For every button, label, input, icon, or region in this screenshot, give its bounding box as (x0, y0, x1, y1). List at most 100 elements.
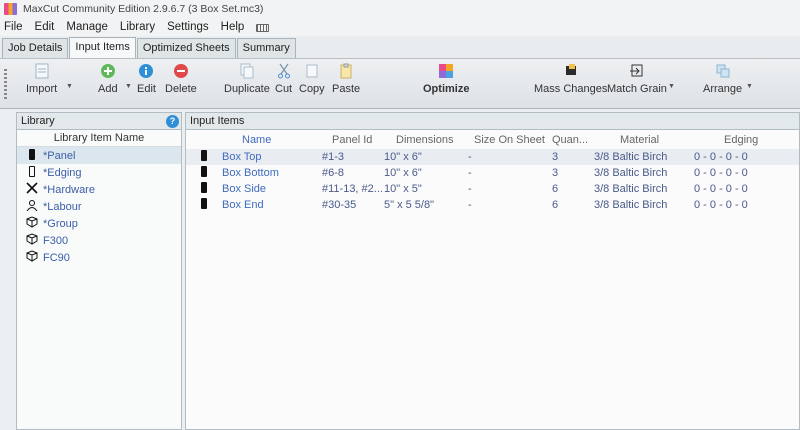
delete-icon (173, 64, 188, 78)
duplicate-button[interactable]: Duplicate (224, 63, 270, 95)
library-column-header[interactable]: Library Item Name (17, 130, 181, 147)
cell-material: 3/8 Baltic Birch (594, 151, 668, 163)
library-panel: Library ? Library Item Name *Panel *Edgi… (16, 112, 182, 430)
cell-quantity: 3 (552, 151, 559, 163)
table-row[interactable]: Box Bottom #6-8 10" x 6" - 3 3/8 Baltic … (186, 165, 799, 181)
library-item-label: FC90 (43, 251, 70, 264)
help-icon[interactable]: ? (166, 115, 179, 128)
table-row[interactable]: Box End #30-35 5" x 5 5/8" - 6 3/8 Balti… (186, 197, 799, 213)
match-grain-button[interactable]: Match Grain (607, 63, 667, 95)
cell-edging: 0 - 0 - 0 - 0 (694, 167, 748, 179)
import-dropdown-icon[interactable]: ▼ (66, 83, 73, 90)
cell-edging: 0 - 0 - 0 - 0 (694, 199, 748, 211)
toolbar-grip[interactable] (4, 69, 7, 99)
cell-material: 3/8 Baltic Birch (594, 167, 668, 179)
menu-help[interactable]: Help (221, 21, 245, 33)
tab-optimized-sheets[interactable]: Optimized Sheets (136, 38, 236, 58)
cell-quantity: 6 (552, 199, 559, 211)
menu-file[interactable]: File (4, 21, 23, 33)
library-item-f300[interactable]: F300 (17, 232, 181, 249)
library-item-edging[interactable]: *Edging (17, 164, 181, 181)
add-dropdown-icon[interactable]: ▼ (125, 83, 132, 90)
mass-changes-button[interactable]: Mass Changes (534, 63, 607, 95)
match-grain-dropdown-icon[interactable]: ▼ (668, 83, 675, 90)
column-header-size-on-sheet[interactable]: Size On Sheet (468, 134, 552, 146)
tab-input-items[interactable]: Input Items (69, 37, 136, 58)
library-item-label: *Edging (43, 166, 82, 179)
menu-manage[interactable]: Manage (66, 21, 108, 33)
tab-summary[interactable]: Summary (236, 38, 296, 58)
cell-dimensions: 5" x 5 5/8" (384, 199, 435, 211)
library-header: Library ? (17, 113, 181, 130)
menu-bar: File Edit Manage Library Settings Help (0, 18, 800, 36)
cell-name: Box Bottom (222, 167, 279, 179)
column-header-edging[interactable]: Edging (694, 134, 784, 146)
menu-edit[interactable]: Edit (35, 21, 55, 33)
panel-icon (25, 148, 39, 163)
library-item-label: *Hardware (43, 183, 95, 196)
cut-label: Cut (275, 83, 293, 95)
optimize-label: Optimize (423, 83, 470, 95)
cell-panel-id: #30-35 (322, 199, 357, 211)
optimize-button[interactable]: Optimize (423, 63, 469, 95)
library-item-label: *Labour (43, 200, 82, 213)
library-item-labour[interactable]: *Labour (17, 198, 181, 215)
paste-button[interactable]: Paste (332, 63, 360, 95)
mass-changes-label: Mass Changes (534, 83, 608, 95)
add-icon (100, 64, 115, 78)
column-header-quantity[interactable]: Quan... (552, 134, 594, 146)
menu-settings[interactable]: Settings (167, 21, 209, 33)
duplicate-icon (240, 63, 254, 79)
edging-icon (25, 165, 39, 180)
copy-button[interactable]: Copy (299, 63, 325, 95)
cell-panel-id: #1-3 (322, 151, 345, 163)
menu-library[interactable]: Library (120, 21, 155, 33)
import-label: Import (26, 83, 58, 95)
column-header-material[interactable]: Material (594, 134, 694, 146)
cell-name: Box Side (222, 183, 267, 195)
input-items-header: Input Items (186, 113, 799, 130)
info-icon (139, 64, 154, 78)
match-grain-icon (629, 64, 643, 77)
optimize-icon (439, 64, 454, 78)
arrange-dropdown-icon[interactable]: ▼ (746, 83, 753, 90)
keyboard-icon[interactable] (256, 23, 270, 32)
column-header-name[interactable]: Name (222, 134, 322, 146)
edit-button[interactable]: Edit (137, 63, 156, 95)
library-item-label: *Panel (43, 149, 76, 162)
app-logo-icon (4, 3, 17, 15)
add-label: Add (98, 83, 118, 95)
library-item-fc90[interactable]: FC90 (17, 249, 181, 266)
library-item-label: F300 (43, 234, 69, 247)
cell-size-on-sheet: - (468, 183, 472, 195)
column-header-panel-id[interactable]: Panel Id (322, 134, 384, 146)
group-icon (25, 250, 39, 265)
arrange-button[interactable]: Arrange (703, 63, 742, 95)
match-grain-label: Match Grain (607, 83, 667, 95)
clipboard-icon (340, 63, 352, 79)
add-button[interactable]: Add (98, 63, 118, 95)
panel-icon (186, 150, 222, 164)
library-item-hardware[interactable]: *Hardware (17, 181, 181, 198)
panel-icon (186, 198, 222, 212)
window-title: MaxCut Community Edition 2.9.6.7 (3 Box … (23, 3, 264, 15)
cut-button[interactable]: Cut (275, 63, 292, 95)
library-title: Library (21, 115, 55, 127)
table-row[interactable]: Box Top #1-3 10" x 6" - 3 3/8 Baltic Bir… (186, 149, 799, 165)
column-header-dimensions[interactable]: Dimensions (384, 134, 468, 146)
paste-label: Paste (332, 83, 361, 95)
import-button[interactable]: Import (26, 63, 57, 95)
cell-dimensions: 10" x 6" (384, 167, 422, 179)
group-icon (25, 233, 39, 248)
cell-edging: 0 - 0 - 0 - 0 (694, 183, 748, 195)
table-row[interactable]: Box Side #11-13, #2... 10" x 5" - 6 3/8 … (186, 181, 799, 197)
mass-changes-icon (565, 64, 576, 75)
import-icon (35, 63, 49, 79)
input-items-column-headers: Name Panel Id Dimensions Size On Sheet Q… (186, 131, 799, 149)
copy-label: Copy (299, 83, 325, 95)
delete-button[interactable]: Delete (165, 63, 197, 95)
tab-job-details[interactable]: Job Details (2, 38, 69, 58)
library-item-group[interactable]: *Group (17, 215, 181, 232)
panel-icon (186, 182, 222, 196)
library-item-panel[interactable]: *Panel (17, 147, 181, 164)
